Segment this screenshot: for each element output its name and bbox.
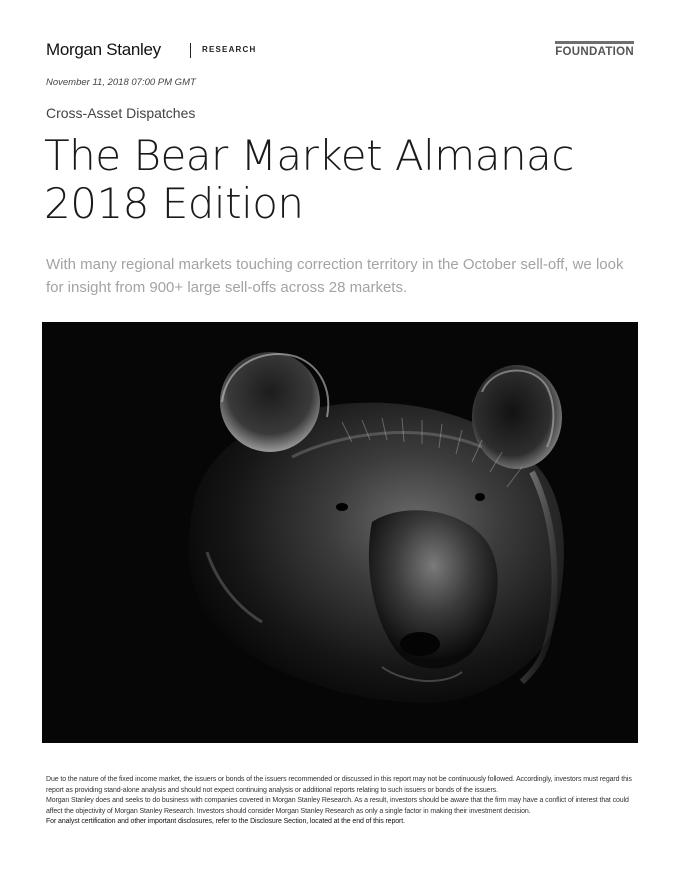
brand-divider xyxy=(190,43,191,58)
disclosure-reference: For analyst certification and other impo… xyxy=(46,818,405,825)
subtitle: With many regional markets touching corr… xyxy=(46,256,624,296)
brand-logo: Morgan Stanley xyxy=(46,40,161,59)
disclaimer-paragraph: Morgan Stanley does and seeks to do busi… xyxy=(46,797,629,815)
publish-date: November 11, 2018 07:00 PM GMT xyxy=(46,77,196,88)
title-line-2: 2018 Edition xyxy=(44,179,304,228)
hero-image-bear xyxy=(42,322,638,743)
disclaimer-paragraph: Due to the nature of the fixed income ma… xyxy=(46,776,632,794)
disclaimer: Due to the nature of the fixed income ma… xyxy=(46,775,638,828)
section-label: RESEARCH xyxy=(202,45,257,54)
report-header: Morgan Stanley RESEARCH FOUNDATION xyxy=(46,38,634,66)
title-line-1: The Bear Market Almanac xyxy=(44,131,574,180)
page-title: The Bear Market Almanac 2018 Edition xyxy=(44,132,644,228)
series-kicker: Cross-Asset Dispatches xyxy=(46,105,196,121)
series-badge: FOUNDATION xyxy=(555,41,634,58)
bear-illustration xyxy=(42,322,638,743)
